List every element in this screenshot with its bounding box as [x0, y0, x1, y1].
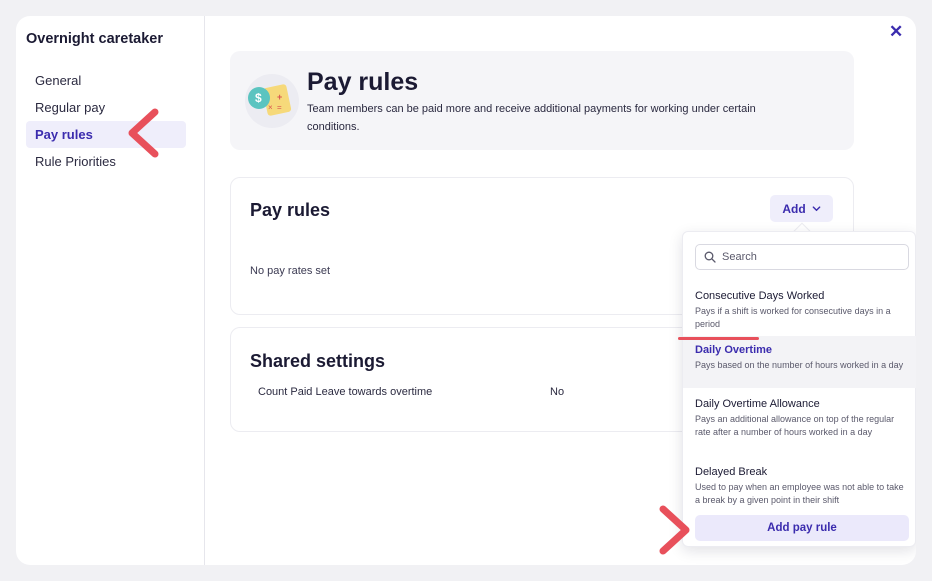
- option-description: Pays an additional allowance on top of t…: [695, 414, 895, 437]
- search-input[interactable]: [722, 251, 902, 263]
- setting-label: Count Paid Leave towards overtime: [258, 386, 433, 398]
- option-title: Daily Overtime Allowance: [695, 398, 820, 410]
- setting-value: No: [550, 386, 565, 398]
- annotation-underline: [678, 337, 759, 340]
- empty-state-text: No pay rates set: [250, 265, 331, 277]
- sidebar-nav: General Regular pay Pay rules Rule Prior…: [26, 67, 186, 175]
- option-title: Delayed Break: [695, 466, 768, 478]
- option-description: Used to pay when an employee was not abl…: [695, 482, 904, 505]
- annotation-arrow-icon: [659, 505, 690, 555]
- chevron-down-icon: [812, 206, 821, 212]
- option-delayed-break[interactable]: Delayed Break Used to pay when an employ…: [683, 465, 916, 506]
- close-icon[interactable]: ✕: [889, 22, 903, 42]
- page-header: + × = $ Pay rules Team members can be pa…: [230, 51, 854, 150]
- option-title: Daily Overtime: [695, 344, 773, 356]
- option-description: Pays if a shift is worked for consecutiv…: [695, 306, 891, 329]
- sidebar-item-general[interactable]: General: [26, 67, 186, 94]
- sidebar-item-pay-rules[interactable]: Pay rules: [26, 121, 186, 148]
- sidebar-item-regular-pay[interactable]: Regular pay: [26, 94, 186, 121]
- settings-modal: Overnight caretaker General Regular pay …: [16, 16, 916, 565]
- search-box[interactable]: [695, 244, 909, 270]
- svg-text:+: +: [277, 92, 282, 102]
- option-daily-overtime[interactable]: Daily Overtime Pays based on the number …: [683, 336, 916, 388]
- svg-text:=: =: [277, 103, 282, 112]
- svg-text:×: ×: [268, 103, 273, 112]
- option-daily-overtime-allowance[interactable]: Daily Overtime Allowance Pays an additio…: [683, 397, 916, 438]
- pay-rules-card-title: Pay rules: [250, 200, 331, 220]
- add-pay-rule-button[interactable]: Add pay rule: [695, 515, 909, 541]
- option-title: Consecutive Days Worked: [695, 290, 825, 302]
- svg-text:$: $: [255, 91, 262, 105]
- sidebar: Overnight caretaker General Regular pay …: [16, 16, 205, 565]
- search-icon: [704, 251, 716, 263]
- sidebar-title: Overnight caretaker: [26, 31, 164, 47]
- option-description: Pays based on the number of hours worked…: [695, 360, 904, 370]
- page-description: Team members can be paid more and receiv…: [307, 103, 756, 133]
- option-consecutive-days-worked[interactable]: Consecutive Days Worked Pays if a shift …: [683, 289, 916, 330]
- page-title: Pay rules: [307, 68, 419, 96]
- add-button-label: Add: [782, 201, 806, 216]
- add-pay-rule-dropdown: Consecutive Days Worked Pays if a shift …: [682, 231, 916, 547]
- annotation-arrow-icon: [128, 108, 159, 158]
- pay-rules-illustration-icon: + × = $: [245, 74, 299, 128]
- shared-settings-title: Shared settings: [250, 351, 386, 371]
- sidebar-item-rule-priorities[interactable]: Rule Priorities: [26, 148, 186, 175]
- add-button[interactable]: Add: [770, 195, 833, 222]
